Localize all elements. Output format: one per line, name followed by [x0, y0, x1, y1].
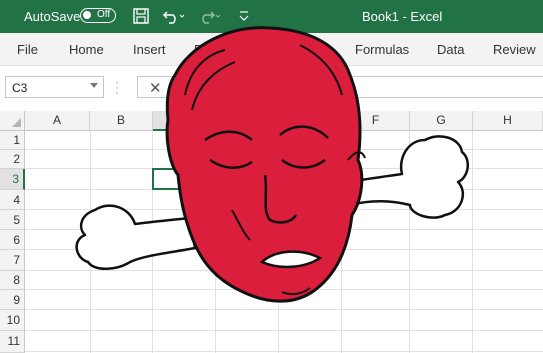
active-cell-c3[interactable]	[152, 168, 183, 190]
customize-quick-access-icon[interactable]	[238, 9, 250, 23]
grid-line	[152, 131, 153, 353]
row-header-4[interactable]: 4	[0, 190, 25, 210]
row-header-8[interactable]: 8	[0, 271, 25, 290]
row-header-7[interactable]: 7	[0, 250, 25, 271]
grid-line	[25, 249, 543, 250]
tab-file[interactable]: File	[17, 42, 38, 57]
document-title: Book1 - Excel	[362, 9, 443, 24]
row-header-10[interactable]: 10	[0, 310, 25, 331]
autosave-label: AutoSave	[24, 9, 81, 24]
tab-home[interactable]: Home	[69, 42, 104, 57]
name-box-value: C3	[12, 81, 28, 95]
grid-line	[215, 131, 216, 353]
save-icon[interactable]	[132, 7, 150, 25]
grid-line	[472, 131, 473, 353]
ribbon-tabs: File Home Insert Draw Formulas Data Revi…	[0, 33, 543, 66]
formula-bar: C3 · · · ✕	[0, 66, 543, 109]
formula-input[interactable]: ✕	[137, 76, 543, 98]
column-header-e[interactable]: E	[279, 111, 342, 131]
grid-line	[25, 229, 543, 230]
grid-line	[25, 209, 543, 210]
row-header-3[interactable]: 3	[0, 169, 25, 190]
worksheet-grid[interactable]	[25, 131, 543, 353]
grid-line	[25, 351, 543, 352]
select-all-button[interactable]	[0, 111, 25, 131]
select-all-triangle-icon	[12, 118, 21, 127]
column-header-f[interactable]: F	[342, 111, 410, 131]
undo-icon[interactable]	[162, 7, 186, 25]
column-header-g[interactable]: G	[410, 111, 473, 131]
grid-line	[25, 168, 543, 169]
tab-draw[interactable]: Draw	[194, 42, 224, 57]
row-header-2[interactable]: 2	[0, 150, 25, 169]
column-header-d[interactable]: D	[216, 111, 279, 131]
grid-line	[90, 131, 91, 353]
splitter-handle-icon[interactable]: · · ·	[115, 76, 119, 98]
column-header-b[interactable]: B	[90, 111, 153, 131]
row-header-9[interactable]: 9	[0, 290, 25, 310]
name-box[interactable]: C3	[5, 76, 104, 98]
column-header-h[interactable]: H	[473, 111, 543, 131]
grid-line	[25, 270, 543, 271]
grid-line	[25, 309, 543, 310]
row-header-11[interactable]: 11	[0, 331, 25, 353]
autosave-toggle[interactable]: Off	[80, 8, 116, 23]
grid-line	[25, 289, 543, 290]
tab-review[interactable]: Review	[493, 42, 536, 57]
autosave-state: Off	[97, 9, 111, 20]
column-header-a[interactable]: A	[25, 111, 90, 131]
redo-icon[interactable]	[198, 7, 222, 25]
cancel-icon[interactable]: ✕	[149, 79, 162, 97]
grid-line	[341, 131, 342, 353]
row-header-5[interactable]: 5	[0, 210, 25, 230]
grid-line	[409, 131, 410, 353]
column-header-c[interactable]: C	[153, 111, 216, 131]
grid-line	[25, 330, 543, 331]
tab-data[interactable]: Data	[437, 42, 464, 57]
row-header-6[interactable]: 6	[0, 230, 25, 250]
grid-line	[278, 131, 279, 353]
toggle-knob	[83, 11, 91, 19]
grid-line	[25, 189, 543, 190]
tab-formulas[interactable]: Formulas	[355, 42, 409, 57]
title-bar: AutoSave Off Book1 - Excel	[0, 0, 543, 33]
row-header-1[interactable]: 1	[0, 131, 25, 150]
grid-line	[25, 149, 543, 150]
tab-insert[interactable]: Insert	[133, 42, 166, 57]
chevron-down-icon[interactable]	[90, 83, 98, 88]
